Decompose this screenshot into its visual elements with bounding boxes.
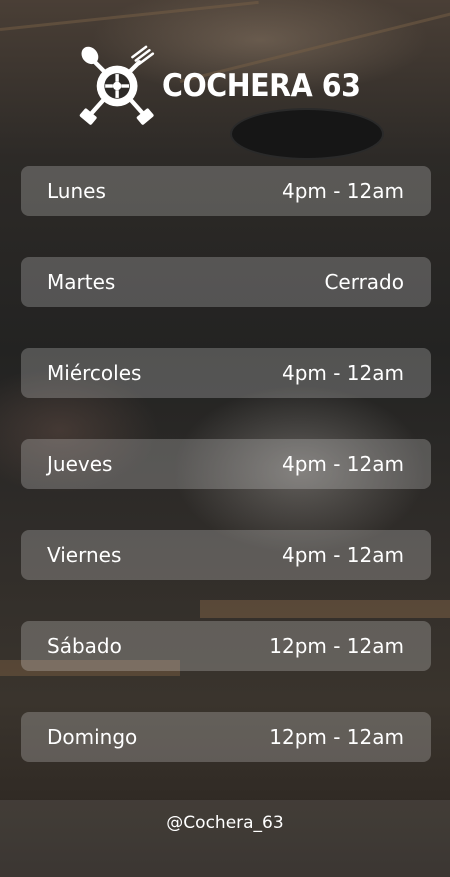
social-handle: @Cochera_63 [166,813,284,833]
schedule-row-sabado: Sábado 12pm - 12am [21,621,431,671]
day-label: Jueves [47,452,113,476]
schedule-row-martes: Martes Cerrado [21,257,431,307]
day-label: Lunes [47,179,106,203]
day-label: Viernes [47,543,122,567]
hours-label: 4pm - 12am [281,179,404,203]
schedule-row-domingo: Domingo 12pm - 12am [21,712,431,762]
schedule-row-viernes: Viernes 4pm - 12am [21,530,431,580]
day-label: Sábado [47,634,122,658]
day-label: Miércoles [47,361,142,385]
schedule-row-jueves: Jueves 4pm - 12am [21,439,431,489]
day-label: Domingo [47,725,138,749]
brand-header: COCHERA 63 [78,38,378,134]
hours-label: 12pm - 12am [269,634,404,658]
schedule-row-lunes: Lunes 4pm - 12am [21,166,431,216]
hours-label: Cerrado [324,270,404,294]
hours-label: 4pm - 12am [281,452,404,476]
day-label: Martes [47,270,116,294]
hours-label: 4pm - 12am [281,543,404,567]
fork-spoon-wheel-pistons-icon [79,45,155,125]
brand-name: COCHERA 63 [162,68,361,104]
hours-label: 4pm - 12am [281,361,404,385]
schedule-row-miercoles: Miércoles 4pm - 12am [21,348,431,398]
hours-label: 12pm - 12am [269,725,404,749]
